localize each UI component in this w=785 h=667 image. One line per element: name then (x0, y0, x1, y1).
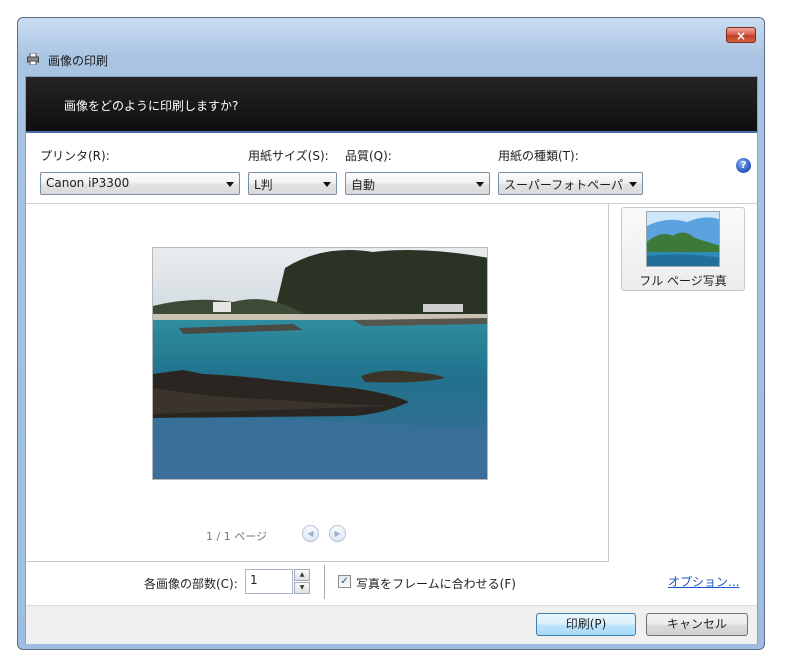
layout-item-full-page[interactable]: フル ページ写真 (621, 207, 745, 291)
spin-down-button[interactable]: ▼ (294, 582, 310, 594)
landscape-thumbnail-image (647, 212, 719, 266)
paper-type-label: 用紙の種類(T): (498, 149, 579, 163)
layout-list: フル ページ写真 (609, 204, 757, 562)
close-button[interactable]: × (726, 27, 756, 43)
quality-select[interactable]: 自動 (345, 172, 490, 195)
layout-item-label: フル ページ写真 (639, 274, 727, 288)
copies-bar: 各画像の部数(C): 1 ▲ ▼ ✓ 写真をフレームに合わせる(F) オプション… (26, 562, 757, 605)
layout-thumbnail (646, 211, 720, 267)
help-icon[interactable]: ? (736, 158, 751, 173)
prev-page-button[interactable]: ◀ (302, 525, 319, 542)
print-settings-row: プリンタ(R): Canon iP3300 用紙サイズ(S): L判 品質(Q)… (26, 133, 757, 204)
quality-value: 自動 (351, 178, 376, 192)
cancel-button[interactable]: キャンセル (646, 613, 748, 636)
dialog-body: 画像をどのように印刷しますか? プリンタ(R): Canon iP3300 用紙… (25, 76, 758, 644)
printer-label: プリンタ(R): (40, 149, 110, 163)
paper-type-select[interactable]: スーパーフォトペーパ (498, 172, 643, 195)
print-button[interactable]: 印刷(P) (536, 613, 636, 636)
options-link[interactable]: オプション... (668, 573, 739, 590)
copies-label: 各画像の部数(C): (144, 577, 238, 591)
fit-to-frame-label[interactable]: 写真をフレームに合わせる(F) (356, 575, 516, 592)
printer-value: Canon iP3300 (46, 176, 130, 190)
next-page-button[interactable]: ▶ (329, 525, 346, 542)
page-indicator: 1 / 1 ページ (206, 530, 267, 543)
paper-size-select[interactable]: L判 (248, 172, 337, 195)
print-preview-pane: 1 / 1 ページ ◀ ▶ (26, 204, 609, 562)
dropdown-arrow-icon (323, 182, 331, 187)
quality-label: 品質(Q): (345, 149, 392, 163)
title-bar[interactable]: 画像の印刷 × (18, 18, 764, 78)
window-title: 画像の印刷 (48, 54, 109, 68)
dropdown-arrow-icon (476, 182, 484, 187)
copies-input[interactable]: 1 (245, 569, 293, 594)
print-dialog-window: 画像の印刷 × 画像をどのように印刷しますか? プリンタ(R): Canon i… (17, 17, 765, 650)
separator (324, 565, 325, 599)
spin-up-button[interactable]: ▲ (294, 569, 310, 581)
printer-icon (27, 53, 39, 65)
header-banner: 画像をどのように印刷しますか? (26, 77, 757, 133)
paper-size-label: 用紙サイズ(S): (248, 149, 329, 163)
paper-size-value: L判 (254, 178, 273, 192)
fit-to-frame-checkbox[interactable]: ✓ (338, 575, 351, 588)
seascape-photo (153, 248, 487, 479)
dropdown-arrow-icon (226, 182, 234, 187)
dialog-footer: 印刷(P) キャンセル (26, 605, 757, 644)
printer-select[interactable]: Canon iP3300 (40, 172, 240, 195)
paper-type-value: スーパーフォトペーパ (504, 178, 624, 192)
banner-question: 画像をどのように印刷しますか? (64, 99, 239, 113)
dropdown-arrow-icon (629, 182, 637, 187)
preview-photo (152, 247, 488, 480)
